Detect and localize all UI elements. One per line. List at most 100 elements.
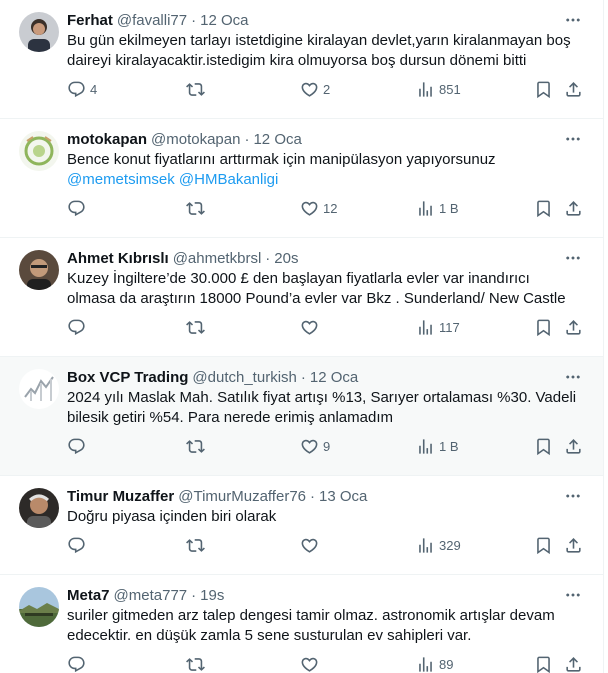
- like-count: 2: [323, 81, 331, 97]
- more-options-icon[interactable]: [563, 10, 583, 30]
- reply-button[interactable]: [67, 436, 86, 456]
- views-icon: [416, 536, 435, 555]
- timestamp[interactable]: 13 Oca: [319, 488, 367, 505]
- timestamp[interactable]: 19s: [200, 587, 224, 604]
- tweet-text-line: suriler gitmeden arz talep dengesi tamir…: [67, 607, 555, 624]
- author-handle[interactable]: @favalli77: [117, 12, 187, 29]
- heart-icon: [300, 655, 319, 673]
- more-options-icon[interactable]: [563, 129, 583, 149]
- share-button[interactable]: [564, 654, 583, 673]
- heart-icon: [300, 80, 319, 99]
- bookmark-button[interactable]: [534, 535, 553, 555]
- tweet-text: Doğru piyasa içinden biri olarak: [67, 507, 587, 527]
- retweet-button[interactable]: [186, 198, 205, 218]
- tweet[interactable]: motokapan @motokapan · 12 Oca Bence konu…: [0, 119, 603, 238]
- author-handle[interactable]: @meta777: [114, 587, 188, 604]
- views-button[interactable]: 117: [416, 317, 460, 337]
- author-name[interactable]: Meta7: [67, 587, 110, 604]
- share-button[interactable]: [564, 317, 583, 337]
- tweet[interactable]: Ferhat @favalli77 · 12 Oca Bu gün ekilme…: [0, 0, 603, 119]
- author-handle[interactable]: @dutch_turkish: [192, 369, 296, 386]
- more-options-icon[interactable]: [563, 486, 583, 506]
- like-button[interactable]: 9: [300, 436, 330, 456]
- mention-line: @memetsimsek @HMBakanligi: [67, 170, 587, 190]
- heart-icon: [300, 437, 319, 456]
- retweet-icon: [186, 437, 205, 456]
- author-handle[interactable]: @TimurMuzaffer76: [178, 488, 306, 505]
- views-button[interactable]: 89: [416, 654, 453, 673]
- separator-dot: ·: [191, 586, 197, 604]
- bookmark-button[interactable]: [534, 654, 553, 673]
- views-icon: [416, 655, 435, 673]
- author-name[interactable]: Timur Muzaffer: [67, 488, 174, 505]
- views-button[interactable]: 1 B: [416, 198, 459, 218]
- retweet-icon: [186, 655, 205, 673]
- reply-button[interactable]: [67, 654, 86, 673]
- avatar[interactable]: [19, 369, 59, 409]
- retweet-button[interactable]: [186, 436, 205, 456]
- like-button[interactable]: [300, 654, 319, 673]
- like-button[interactable]: 12: [300, 198, 337, 218]
- avatar[interactable]: [19, 488, 59, 528]
- mention-link[interactable]: @memetsimsek: [67, 171, 175, 188]
- bookmark-button[interactable]: [534, 79, 553, 99]
- retweet-button[interactable]: [186, 654, 205, 673]
- reply-button[interactable]: [67, 198, 86, 218]
- more-options-icon[interactable]: [563, 367, 583, 387]
- share-button[interactable]: [564, 198, 583, 218]
- reply-button[interactable]: [67, 317, 86, 337]
- share-button[interactable]: [564, 535, 583, 555]
- like-button[interactable]: 2: [300, 79, 330, 99]
- tweet-text: Bu gün ekilmeyen tarlayı istetdigine kir…: [67, 31, 587, 71]
- bookmark-icon: [534, 655, 553, 673]
- share-button[interactable]: [564, 436, 583, 456]
- avatar[interactable]: [19, 250, 59, 290]
- timestamp[interactable]: 12 Oca: [310, 369, 358, 386]
- timestamp[interactable]: 12 Oca: [253, 131, 301, 148]
- views-button[interactable]: 1 B: [416, 436, 459, 456]
- views-button[interactable]: 851: [416, 79, 461, 99]
- like-button[interactable]: [300, 535, 319, 555]
- heart-icon: [300, 536, 319, 555]
- tweet[interactable]: Timur Muzaffer @TimurMuzaffer76 · 13 Oca…: [0, 476, 603, 575]
- bookmark-button[interactable]: [534, 198, 553, 218]
- timestamp[interactable]: 12 Oca: [200, 12, 248, 29]
- timeline: Ferhat @favalli77 · 12 Oca Bu gün ekilme…: [0, 0, 604, 673]
- bookmark-icon: [534, 437, 553, 456]
- timestamp[interactable]: 20s: [274, 250, 298, 267]
- bookmark-icon: [534, 318, 553, 337]
- reply-button[interactable]: [67, 535, 86, 555]
- tweet[interactable]: Meta7 @meta777 · 19s suriler gitmeden ar…: [0, 575, 603, 673]
- views-icon: [416, 80, 435, 99]
- tweet[interactable]: Ahmet Kıbrıslı @ahmetkbrsl · 20s Kuzey İ…: [0, 238, 603, 357]
- mention-link[interactable]: @HMBakanligi: [179, 171, 278, 188]
- bookmark-icon: [534, 536, 553, 555]
- share-button[interactable]: [564, 79, 583, 99]
- reply-count: 4: [90, 81, 98, 97]
- tweet-text-line: Bu gün ekilmeyen tarlayı istetdigine kir…: [67, 32, 571, 49]
- avatar[interactable]: [19, 12, 59, 52]
- action-bar: 12 1 B: [67, 190, 587, 230]
- like-button[interactable]: [300, 317, 319, 337]
- retweet-button[interactable]: [186, 535, 205, 555]
- author-handle[interactable]: @motokapan: [151, 131, 240, 148]
- author-name[interactable]: Ahmet Kıbrıslı: [67, 250, 169, 267]
- views-button[interactable]: 329: [416, 535, 461, 555]
- avatar[interactable]: [19, 131, 59, 171]
- bookmark-button[interactable]: [534, 317, 553, 337]
- tweet[interactable]: Box VCP Trading @dutch_turkish · 12 Oca …: [0, 357, 603, 476]
- bookmark-icon: [534, 199, 553, 218]
- avatar[interactable]: [19, 587, 59, 627]
- retweet-button[interactable]: [186, 79, 205, 99]
- tweet-text: 2024 yılı Maslak Mah. Satılık fiyat artı…: [67, 388, 587, 428]
- reply-button[interactable]: 4: [67, 79, 97, 99]
- author-name[interactable]: Ferhat: [67, 12, 113, 29]
- author-name[interactable]: motokapan: [67, 131, 147, 148]
- retweet-button[interactable]: [186, 317, 205, 337]
- author-name[interactable]: Box VCP Trading: [67, 369, 188, 386]
- more-options-icon[interactable]: [563, 248, 583, 268]
- heart-icon: [300, 318, 319, 337]
- more-options-icon[interactable]: [563, 585, 583, 605]
- bookmark-button[interactable]: [534, 436, 553, 456]
- author-handle[interactable]: @ahmetkbrsl: [173, 250, 262, 267]
